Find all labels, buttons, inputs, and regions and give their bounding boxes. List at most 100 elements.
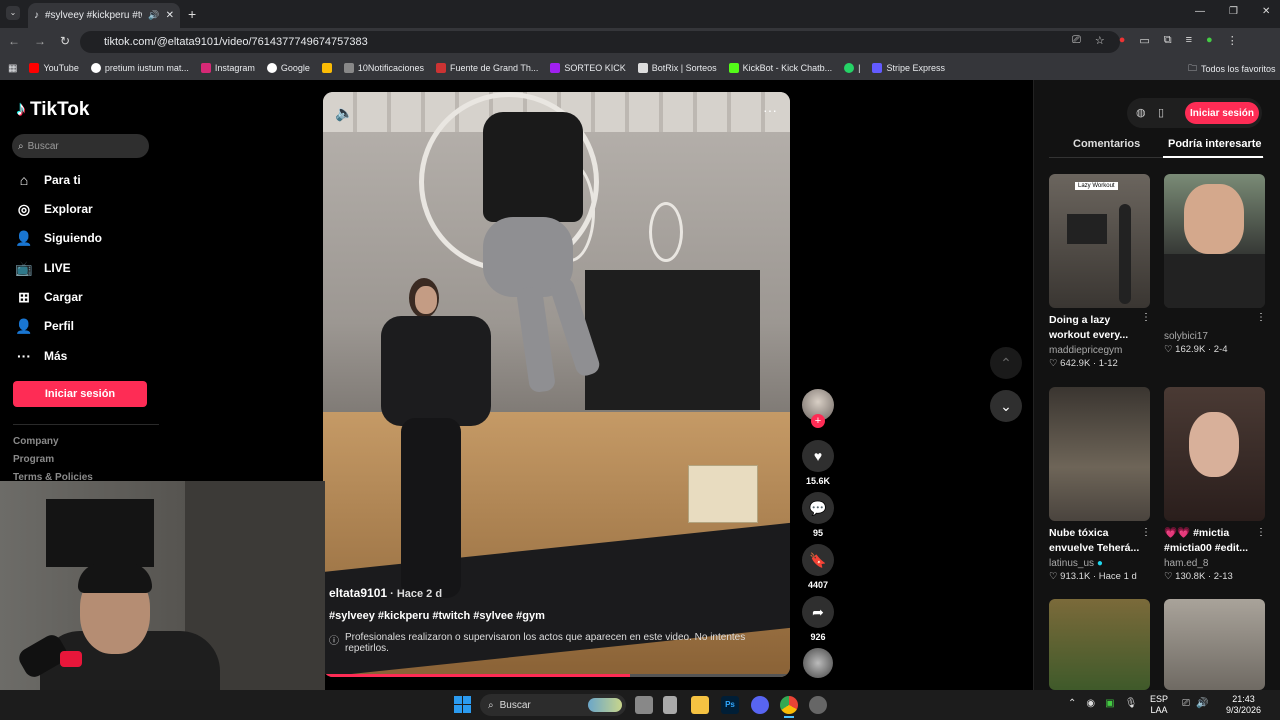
cast-icon[interactable]: ⎚ <box>1072 34 1081 47</box>
bookmark-pretium[interactable]: pretium iustum mat... <box>90 63 189 73</box>
file-explorer-icon[interactable] <box>691 696 709 714</box>
language-indicator[interactable]: ESP LAA <box>1150 694 1168 716</box>
video-frame-panel <box>585 270 760 410</box>
bookmark-whatsapp[interactable]: | <box>844 63 860 73</box>
video-card[interactable]: 💗💗 #mictia #mictia00 #edit... ham.ed_8 ♡… <box>1164 387 1265 582</box>
bookmark-kickbot[interactable]: KickBot - Kick Chatb... <box>728 63 832 73</box>
extension-red-icon[interactable]: ● <box>1119 34 1126 47</box>
bookmark-sorteo-kick[interactable]: SORTEO KICK <box>550 63 626 73</box>
close-tab-icon[interactable]: ✕ <box>166 10 174 21</box>
search-input[interactable]: ⌕ Buscar <box>12 134 149 158</box>
close-window-icon[interactable]: ✕ <box>1262 6 1270 17</box>
url-input[interactable]: tiktok.com/@eltata9101/video/76143777496… <box>80 31 1120 53</box>
discord-icon[interactable] <box>751 696 769 714</box>
video-card[interactable]: Lazy Workout Doing a lazy workout every.… <box>1049 174 1150 369</box>
windows-start-icon[interactable] <box>454 696 471 713</box>
video-hashtags[interactable]: #sylveey #kickperu #twitch #sylvee #gym <box>329 610 779 622</box>
bookmark-notificaciones[interactable]: 10Notificaciones <box>343 63 424 73</box>
chevron-up-icon[interactable]: ⌃ <box>1068 698 1076 709</box>
device-icon[interactable]: ▯ <box>1158 106 1164 119</box>
card-menu-icon[interactable]: ⋮ <box>1256 527 1266 538</box>
bookmark-label: YouTube <box>43 63 79 73</box>
sidebar-item-perfil[interactable]: 👤 Perfil <box>15 318 74 334</box>
next-video-button[interactable]: ⌄ <box>990 390 1022 422</box>
new-tab-button[interactable]: + <box>188 6 196 22</box>
bookmark-stripe[interactable]: Stripe Express <box>872 63 945 73</box>
bookmark-google[interactable]: Google <box>266 63 310 73</box>
card-thumbnail[interactable] <box>1049 599 1150 690</box>
sidebar-item-label: Explorar <box>44 202 93 216</box>
restore-icon[interactable]: ❐ <box>1229 6 1238 17</box>
bookmark-instagram[interactable]: Instagram <box>200 63 255 73</box>
bookmark-star-icon[interactable]: ☆ <box>1095 34 1105 47</box>
card-user[interactable]: maddiepricegym <box>1049 345 1150 356</box>
video-username[interactable]: eltata9101 <box>329 586 387 600</box>
tray-app-icon[interactable]: ◉ <box>1086 698 1095 709</box>
comment-button[interactable]: 💬 <box>802 492 834 524</box>
apps-grid-icon[interactable]: ▦ <box>8 63 17 74</box>
card-menu-icon[interactable]: ⋮ <box>1141 527 1151 538</box>
minimize-icon[interactable]: — <box>1195 6 1205 17</box>
bookmark-pinwheel[interactable] <box>321 63 332 73</box>
tray-app-icon[interactable]: ▣ <box>1105 698 1114 709</box>
card-title: 💗💗 #mictia #mictia00 #edit... <box>1164 527 1249 554</box>
save-button[interactable]: 🔖 <box>802 544 834 576</box>
video-card[interactable]: solybici17 ♡ 162.9K · 2-4 <box>1164 174 1265 355</box>
taskbar-search[interactable]: ⌕ Buscar <box>480 694 626 716</box>
footer-company[interactable]: Company <box>13 436 59 447</box>
chrome-icon[interactable] <box>780 696 798 714</box>
follow-plus-icon[interactable]: + <box>811 414 825 428</box>
puzzle-icon[interactable]: ⧉ <box>1164 34 1172 47</box>
music-disc-avatar[interactable] <box>803 648 833 678</box>
card-user[interactable]: ham.ed_8 <box>1164 558 1265 569</box>
menu-dots-icon[interactable]: ⋮ <box>1227 34 1238 47</box>
sidebar-item-siguiendo[interactable]: 👤 Siguiendo <box>15 230 102 246</box>
language-label: ESP <box>1150 694 1169 704</box>
microphone-icon[interactable]: 🎙 <box>1125 698 1138 709</box>
more-options-icon[interactable]: ··· <box>763 102 777 118</box>
previous-video-button[interactable]: ⌃ <box>990 347 1022 379</box>
sound-icon[interactable]: 🔈 <box>335 104 354 122</box>
task-view-icon[interactable] <box>635 696 653 714</box>
video-player[interactable]: 🔈 ··· eltata9101 · Hace 2 d #sylveey #ki… <box>323 92 790 677</box>
footer-program[interactable]: Program <box>13 454 54 465</box>
sidebar-item-cargar[interactable]: ⊞ Cargar <box>16 289 83 305</box>
back-icon[interactable]: ← <box>8 34 20 48</box>
login-button[interactable]: Iniciar sesión <box>13 381 147 407</box>
network-volume-icons[interactable]: ⎚ 🔊 <box>1182 698 1208 709</box>
taskbar-clock[interactable]: 21:43 9/3/2026 <box>1226 694 1261 716</box>
coin-icon[interactable]: ◍ <box>1136 106 1146 119</box>
settings-app-icon[interactable] <box>809 696 827 714</box>
login-button-top[interactable]: Iniciar sesión <box>1185 102 1259 124</box>
card-menu-icon[interactable]: ⋮ <box>1141 312 1151 323</box>
sidebar-item-para-ti[interactable]: ⌂ Para ti <box>16 172 81 188</box>
sidebar-item-explorar[interactable]: ◎ Explorar <box>16 201 93 217</box>
media-icon[interactable]: ≡ <box>1186 34 1192 47</box>
photoshop-icon[interactable]: Ps <box>721 696 739 714</box>
card-user[interactable]: solybici17 <box>1164 331 1265 342</box>
all-favorites-folder[interactable]: 🗀 Todos los favoritos <box>1188 61 1276 77</box>
bookmark-label: Instagram <box>214 63 255 73</box>
tab-list-button[interactable]: ⌄ <box>6 6 20 20</box>
like-button[interactable]: ♥ <box>802 440 834 472</box>
forward-icon[interactable]: → <box>34 34 46 48</box>
extension-icon[interactable]: ▭ <box>1139 34 1149 47</box>
app-icon[interactable] <box>663 696 677 714</box>
video-progress-bar[interactable] <box>326 674 787 677</box>
tiktok-logo[interactable]: ♪ TikTok <box>16 98 89 121</box>
share-button[interactable]: ➦ <box>802 596 834 628</box>
browser-tab[interactable]: ♪ #sylveey #kickperu #twitch 🔊 ✕ <box>28 3 180 28</box>
reload-icon[interactable]: ↻ <box>60 34 70 48</box>
bookmark-botrix[interactable]: BotRix | Sorteos <box>637 63 717 73</box>
bookmark-grand-theft[interactable]: Fuente de Grand Th... <box>435 63 538 73</box>
sidebar-item-live[interactable]: 📺 LIVE <box>15 260 70 276</box>
tab-podria-interesarte[interactable]: Podría interesarte <box>1168 138 1262 150</box>
card-user[interactable]: latinus_us ● <box>1049 558 1150 569</box>
tab-comentarios[interactable]: Comentarios <box>1073 138 1140 150</box>
profile-avatar-icon[interactable]: ● <box>1206 34 1213 47</box>
card-menu-icon[interactable]: ⋮ <box>1256 312 1266 323</box>
bookmark-youtube[interactable]: YouTube <box>29 63 79 73</box>
sidebar-item-mas[interactable]: ··· Más <box>16 348 67 364</box>
video-card[interactable]: Nube tóxica envuelve Teherá... latinus_u… <box>1049 387 1150 582</box>
card-thumbnail[interactable] <box>1164 599 1265 690</box>
